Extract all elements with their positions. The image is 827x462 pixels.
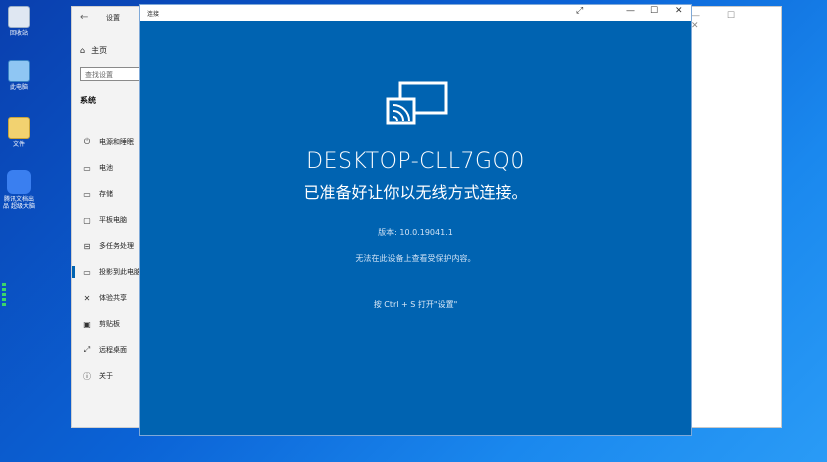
sidebar-item-label: 平板电脑	[99, 216, 127, 224]
nav-home-label: 主页	[91, 46, 108, 55]
tablet-icon: ▢	[83, 215, 91, 225]
sidebar-item-label: 存储	[99, 190, 113, 198]
connect-content: DESKTOP-CLL7GQ0 已准备好让你以无线方式连接。 版本: 10.0.…	[140, 21, 691, 435]
power-icon: ⏻	[83, 137, 91, 146]
sidebar-item-label: 远程桌面	[99, 346, 127, 354]
desktop-icon-folder[interactable]: 文件	[2, 117, 36, 148]
multitask-icon: ⊟	[83, 241, 91, 251]
maximize-button[interactable]: ☐	[650, 6, 658, 16]
owl-app-icon	[7, 170, 31, 194]
recycle-bin-icon	[8, 6, 30, 28]
version-text: 版本: 10.0.19041.1	[378, 228, 453, 237]
side-gauge	[2, 283, 6, 313]
background-window[interactable]: — ☐ ✕	[690, 6, 782, 428]
sidebar-item-label: 体验共享	[99, 294, 127, 302]
info-icon: ⓘ	[83, 371, 91, 381]
device-name: DESKTOP-CLL7GQ0	[306, 149, 525, 174]
protected-content-note: 无法在此设备上查看受保护内容。	[355, 254, 476, 263]
remote-icon: ⤢	[83, 345, 91, 354]
desktop-icon-label: 腾讯文档出品 超级大脑	[3, 196, 35, 210]
clipboard-icon: ▣	[83, 319, 91, 329]
sidebar-item-label: 电源和睡眠	[99, 138, 134, 146]
desktop-icon-label: 此电脑	[9, 84, 28, 91]
settings-title: 设置	[106, 14, 120, 22]
desktop-icon-recycle-bin[interactable]: 回收站	[2, 6, 36, 37]
sidebar-item-label: 多任务处理	[99, 242, 134, 250]
settings-shortcut-hint: 按 Ctrl + S 打开"设置"	[373, 300, 458, 309]
close-button[interactable]: ✕	[675, 6, 683, 16]
desktop-icon-label: 回收站	[9, 30, 28, 37]
window-controls: — ☐ ✕	[691, 11, 747, 31]
ready-message: 已准备好让你以无线方式连接。	[303, 183, 528, 202]
share-icon: ✕	[83, 293, 91, 303]
folder-icon	[8, 117, 30, 139]
sidebar-item-label: 关于	[99, 372, 113, 380]
project-icon: ▭	[83, 267, 91, 277]
computer-icon	[8, 60, 30, 82]
desktop-icon-owl-app[interactable]: 腾讯文档出品 超级大脑	[2, 170, 36, 210]
cast-to-screen-icon	[386, 81, 448, 125]
sidebar-item-label: 电池	[99, 164, 113, 172]
section-title: 系统	[80, 96, 96, 105]
sidebar-item-label: 投影到此电脑	[99, 268, 141, 276]
connect-titlebar: 连接 ⤢ — ☐ ✕	[140, 5, 691, 21]
minimize-button[interactable]: —	[626, 6, 635, 16]
nav-home[interactable]: ⌂ 主页	[80, 45, 113, 56]
storage-icon: ▭	[83, 189, 91, 199]
battery-icon: ▭	[83, 163, 91, 173]
connect-window-title: 连接	[147, 11, 160, 18]
expand-icon[interactable]: ⤢	[576, 6, 583, 16]
sidebar-item-label: 剪贴板	[99, 320, 120, 328]
desktop-icon-label: 文件	[12, 141, 25, 148]
connect-window[interactable]: 连接 ⤢ — ☐ ✕ DESKTOP-CLL7GQ0 已准备好让你以无线方式连接…	[139, 4, 692, 436]
back-arrow-icon[interactable]: ←	[80, 12, 88, 23]
home-icon: ⌂	[80, 46, 86, 55]
desktop-icon-computer[interactable]: 此电脑	[2, 60, 36, 91]
